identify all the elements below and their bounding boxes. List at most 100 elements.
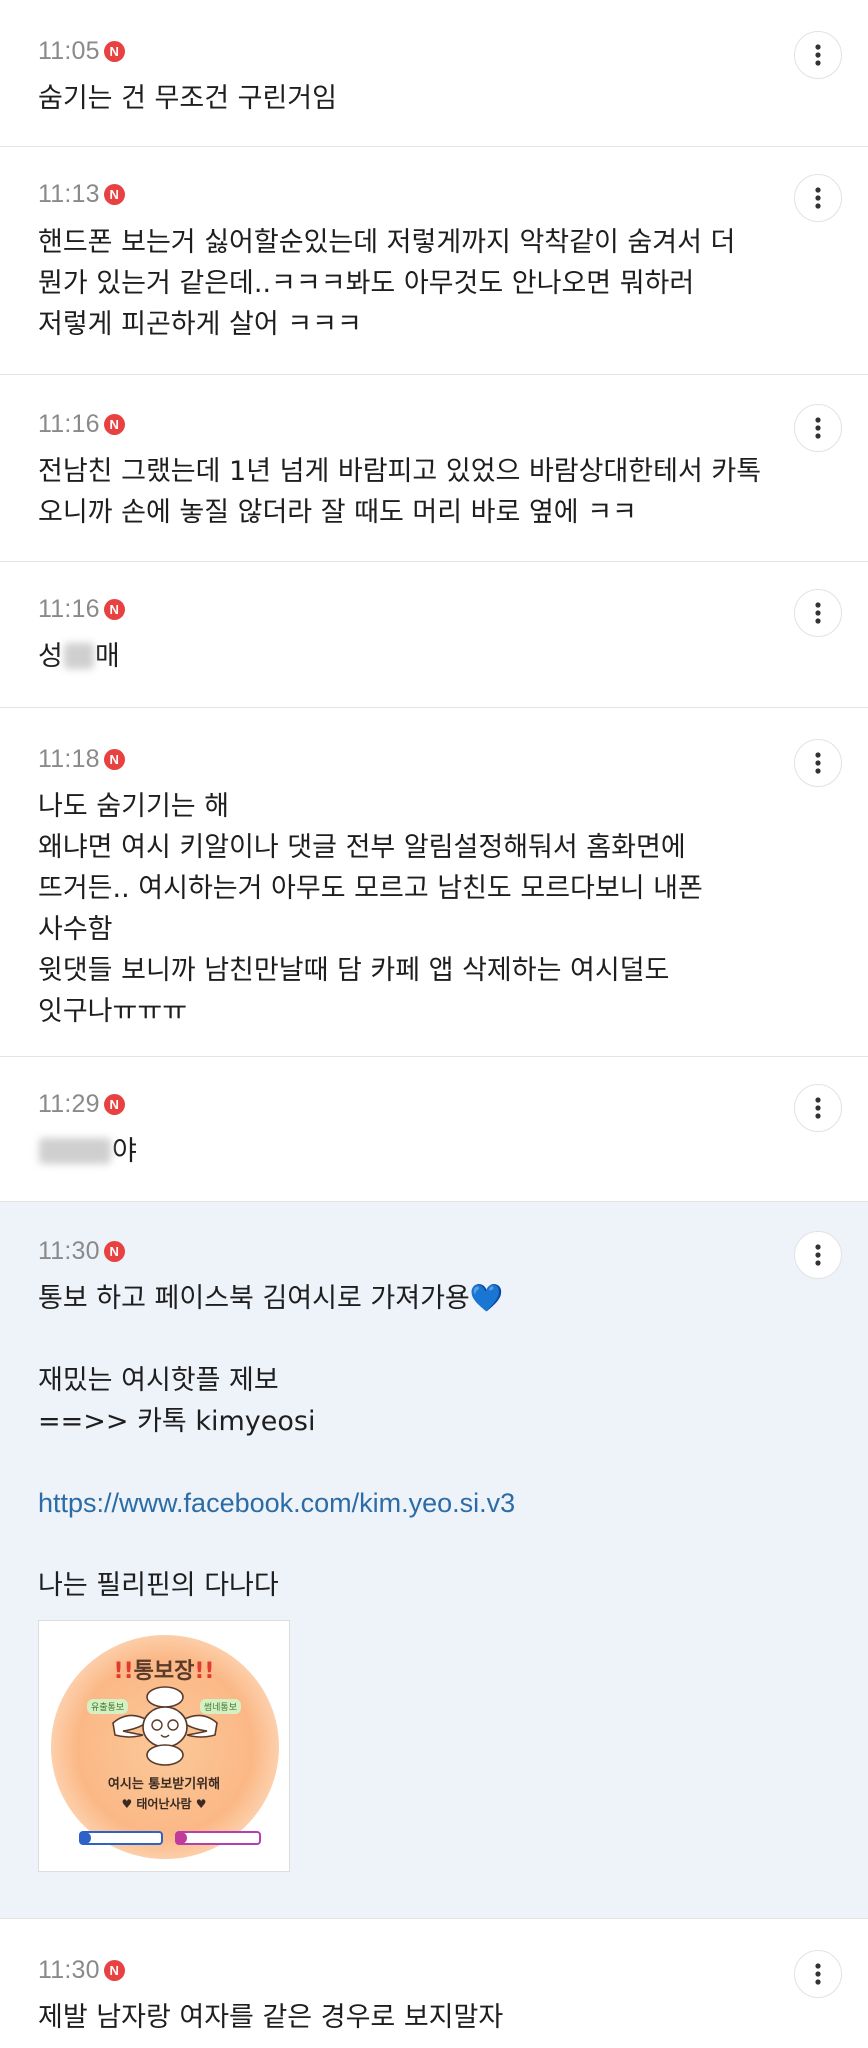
comment-time: 11:16 [38, 594, 100, 623]
promo-caption-text: 태어난사람 [136, 1797, 192, 1811]
censor-blur [63, 643, 94, 669]
comment-meta: 11:29 N [38, 1089, 748, 1119]
promo-caption: ♥ 태어난사람 ♥ [39, 1795, 289, 1812]
comment-text: 제발 남자랑 여자를 같은 경우로 보지말자 [38, 2002, 504, 2033]
comment-body: 핸드폰 보는거 싫어할순있는데 저렇게까지 악착같이 숨겨서 더 뭔가 있는거 … [38, 222, 748, 345]
comment-text: 야 [38, 1131, 748, 1172]
exclamation-icon: !! [113, 1659, 134, 1684]
facebook-search-bar [79, 1831, 163, 1845]
facebook-icon [79, 1832, 91, 1844]
comment-text: 숨기는 건 무조건 구린거임 [38, 83, 337, 114]
new-n-badge-icon: N [103, 598, 125, 620]
more-options-button[interactable] [794, 1950, 842, 1998]
comment-text-line: ==>> 카톡 kimyeosi [38, 1406, 316, 1437]
blue-heart-icon: 💙 [469, 1283, 504, 1314]
heart-icon: ♥ [121, 1797, 133, 1811]
more-vertical-icon [815, 44, 821, 66]
new-n-badge-icon: N [103, 748, 125, 770]
comment-time: 11:30 [38, 1955, 100, 1984]
comment-item: 11:18 N 나도 숨기기는 해 왜냐면 여시 키알이나 댓글 전부 알림설정… [0, 707, 868, 1056]
comment-text-line: 나는 필리핀의 다나다 [38, 1570, 279, 1601]
comment-item: 11:30 N 제발 남자랑 여자를 같은 경우로 보지말자 [0, 1918, 868, 2048]
comment-text-line: 핸드폰 보는거 싫어할순있는데 저렇게까지 악착같이 숨겨서 더 [38, 227, 736, 258]
promo-image[interactable]: !!통보장!! 유출통보 썸네통보 여시는 통보받기위해 ♥ 태어난사람 ♥ [38, 1620, 290, 1872]
comment-text-line: 나도 숨기기는 해 [38, 791, 230, 822]
comment-meta: 11:16 N [38, 409, 748, 439]
comment-meta: 11:18 N [38, 744, 748, 774]
more-options-button[interactable] [794, 739, 842, 787]
comment-text-line: 통보 하고 페이스북 김여시로 가져가용💙 [38, 1278, 748, 1319]
comment-meta: 11:30 N [38, 1236, 748, 1266]
comment-feed: 11:05 N 숨기는 건 무조건 구린거임 11:13 N 핸드폰 보는거 싫… [0, 0, 868, 2048]
comment-item: 11:29 N 야 [0, 1056, 868, 1201]
more-options-button[interactable] [794, 31, 842, 79]
more-options-button[interactable] [794, 174, 842, 222]
comment-text-line: 저렇게 피곤하게 살어 ㅋㅋㅋ [38, 309, 362, 340]
new-n-badge-icon: N [103, 1959, 125, 1981]
comment-time: 11:29 [38, 1089, 100, 1118]
instagram-search-bar [175, 1831, 261, 1845]
comment-time: 11:16 [38, 409, 100, 438]
text-fragment: 성 [38, 641, 63, 672]
comment-item: 11:05 N 숨기는 건 무조건 구린거임 [0, 0, 868, 146]
comment-meta: 11:13 N [38, 179, 748, 209]
comment-item: 11:16 N 성매 [0, 561, 868, 707]
new-n-badge-icon: N [103, 413, 125, 435]
more-options-button[interactable] [794, 1231, 842, 1279]
comment-item-highlighted: 11:30 N 통보 하고 페이스북 김여시로 가져가용💙 재밌는 여시핫플 제… [0, 1201, 868, 1918]
comment-meta: 11:16 N [38, 594, 748, 624]
comment-meta: 11:30 N [38, 1955, 748, 1985]
comment-text-line: 전남친 그랬는데 1년 넘게 바람피고 있었으 바람상대한테서 카톡 [38, 456, 762, 487]
censor-blur [39, 1138, 111, 1164]
comment-body: 성매 [38, 636, 748, 677]
comment-text-line: 뭔가 있는거 같은데..ㅋㅋㅋ봐도 아무것도 안나오면 뭐하러 [38, 268, 695, 299]
more-vertical-icon [815, 1963, 821, 1985]
comment-text-line: 사수함 [38, 914, 113, 945]
comment-body: 숨기는 건 무조건 구린거임 [38, 78, 748, 119]
comment-item: 11:13 N 핸드폰 보는거 싫어할순있는데 저렇게까지 악착같이 숨겨서 더… [0, 146, 868, 374]
comment-time: 11:13 [38, 179, 100, 208]
exclamation-icon: !! [194, 1659, 215, 1684]
heart-icon: ♥ [195, 1797, 207, 1811]
comment-text-line: 오니까 손에 놓질 않더라 잘 때도 머리 바로 옆에 ㅋㅋ [38, 497, 637, 528]
comment-body: 야 [38, 1131, 748, 1172]
more-vertical-icon [815, 1244, 821, 1266]
new-n-badge-icon: N [103, 1093, 125, 1115]
promo-caption: 여시는 통보받기위해 [107, 1777, 221, 1792]
more-options-button[interactable] [794, 589, 842, 637]
more-vertical-icon [815, 417, 821, 439]
facebook-link[interactable]: https://www.facebook.com/kim.yeo.si.v3 [38, 1483, 748, 1524]
more-options-button[interactable] [794, 1084, 842, 1132]
more-vertical-icon [815, 187, 821, 209]
new-n-badge-icon: N [103, 1240, 125, 1262]
comment-text-line: 뜨거든.. 여시하는거 아무도 모르고 남친도 모르다보니 내폰 [38, 873, 703, 904]
comment-body: 통보 하고 페이스북 김여시로 가져가용💙 재밌는 여시핫플 제보 ==>> 카… [38, 1278, 748, 1606]
comment-text-line: 왜냐면 여시 키알이나 댓글 전부 알림설정해둬서 홈화면에 [38, 832, 686, 863]
more-vertical-icon [815, 752, 821, 774]
more-options-button[interactable] [794, 404, 842, 452]
comment-time: 11:18 [38, 744, 100, 773]
winged-cat-mascot-icon [112, 1686, 218, 1766]
new-n-badge-icon: N [103, 40, 125, 62]
comment-text: 성매 [38, 636, 748, 677]
promo-title: !!통보장!! [39, 1653, 289, 1685]
comment-body: 전남친 그랬는데 1년 넘게 바람피고 있었으 바람상대한테서 카톡 오니까 손… [38, 451, 762, 533]
comment-text-line: 잇구나ㅠㅠㅠ [38, 996, 188, 1027]
comment-text-line: 재밌는 여시핫플 제보 [38, 1365, 279, 1396]
comment-text-line: 윗댓들 보니까 남친만날때 담 카페 앱 삭제하는 여시덜도 [38, 955, 670, 986]
promo-title-text: 통보장 [133, 1659, 195, 1684]
comment-time: 11:30 [38, 1236, 100, 1265]
comment-time: 11:05 [38, 36, 100, 65]
comment-body: 나도 숨기기는 해 왜냐면 여시 키알이나 댓글 전부 알림설정해둬서 홈화면에… [38, 786, 748, 1032]
instagram-icon [175, 1832, 187, 1844]
more-vertical-icon [815, 602, 821, 624]
text-fragment: 통보 하고 페이스북 김여시로 가져가용 [38, 1283, 470, 1314]
more-vertical-icon [815, 1097, 821, 1119]
comment-item: 11:16 N 전남친 그랬는데 1년 넘게 바람피고 있었으 바람상대한테서 … [0, 374, 868, 561]
text-fragment: 야 [112, 1136, 137, 1167]
comment-meta: 11:05 N [38, 36, 748, 66]
new-n-badge-icon: N [103, 183, 125, 205]
